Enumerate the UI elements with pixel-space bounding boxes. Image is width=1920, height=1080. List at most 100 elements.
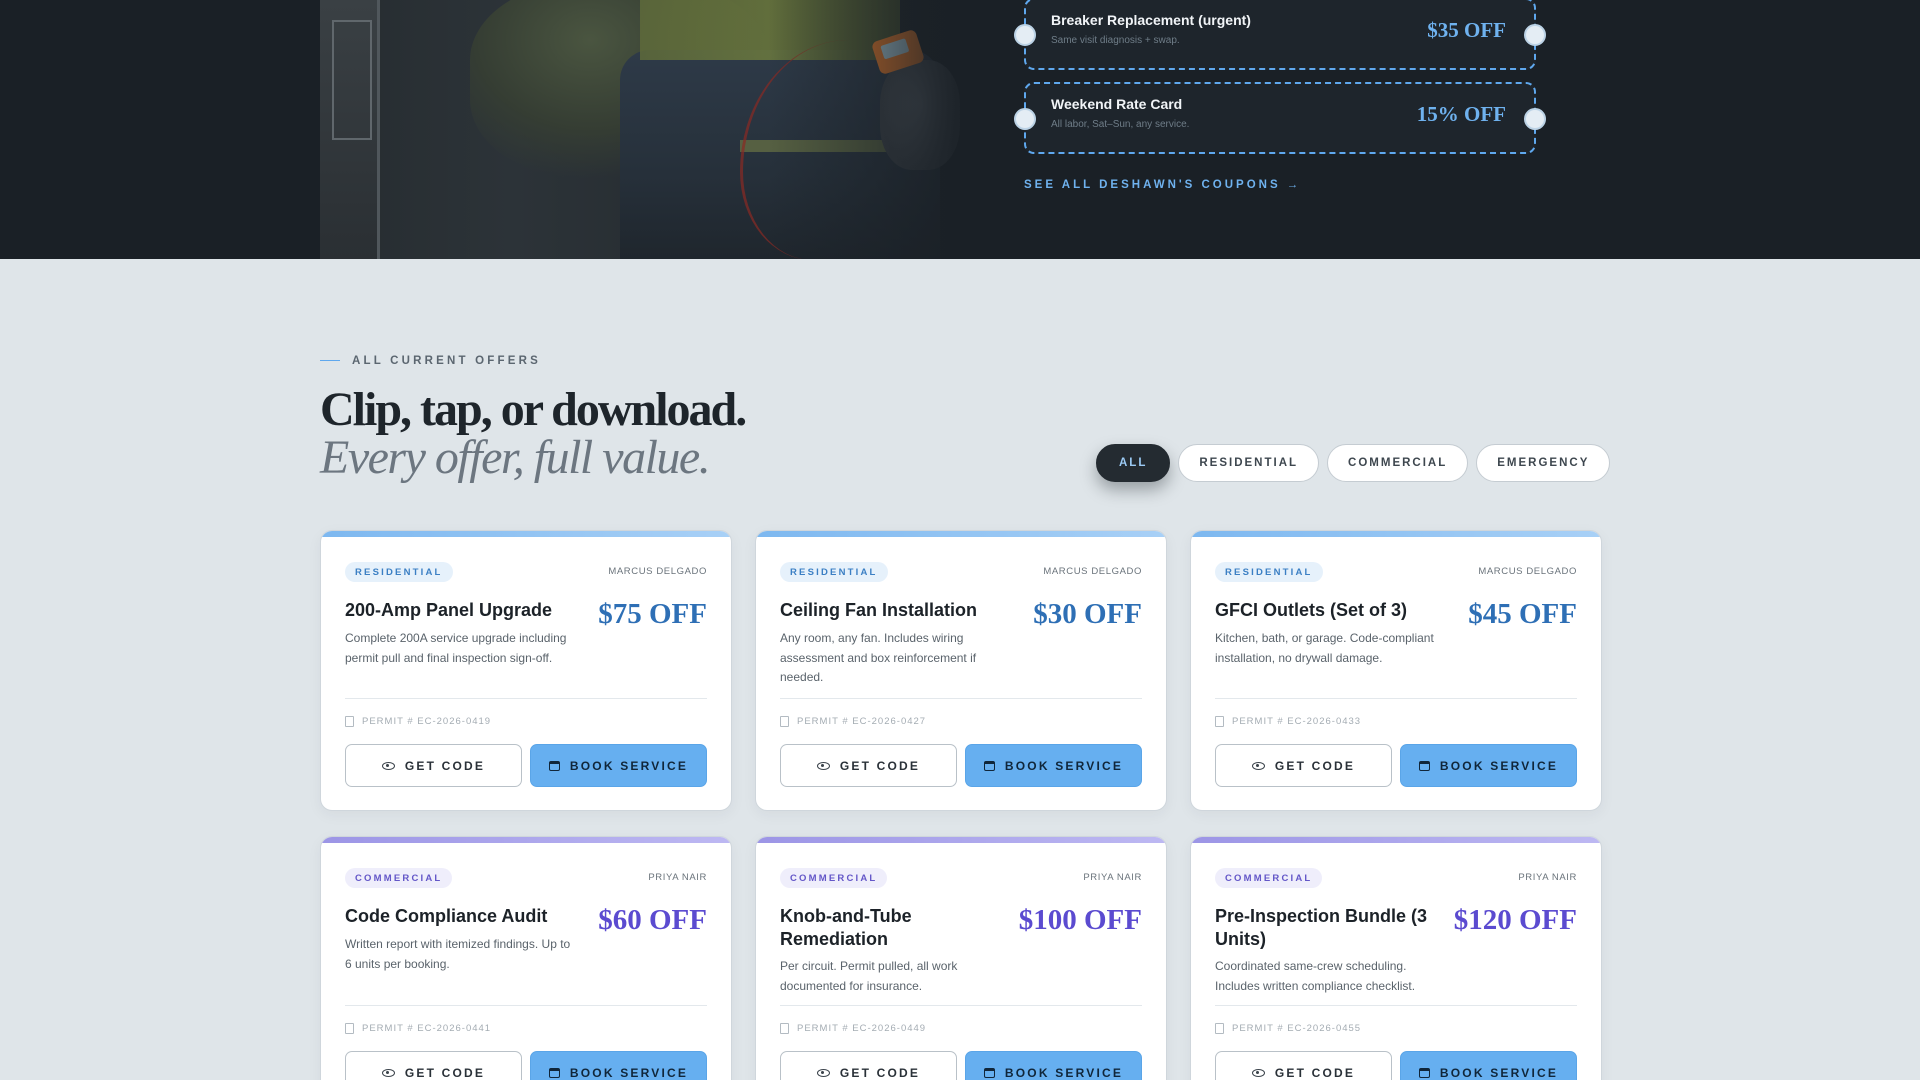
filter-emergency[interactable]: EMERGENCY [1476, 444, 1611, 482]
category-tag: RESIDENTIAL [345, 562, 453, 582]
section-heading: Clip, tap, or download. [320, 383, 747, 436]
calendar-icon [983, 760, 995, 771]
get-code-label: GET CODE [404, 758, 486, 773]
technician-name: PRIYA NAIR [1518, 872, 1577, 883]
permit-number: PERMIT # EC-2026-0441 [345, 1023, 491, 1034]
offer-amount: $60 OFF [598, 904, 707, 936]
offer-description: Written report with itemized findings. U… [345, 937, 571, 971]
card-actions: GET CODE BOOK SERVICE [780, 1051, 1142, 1080]
eye-icon [816, 761, 830, 770]
filter-all[interactable]: ALL [1096, 444, 1171, 482]
offer-card: COMMERCIAL PRIYA NAIR Pre-Inspection Bun… [1190, 836, 1602, 1080]
coupon-notch [1014, 108, 1036, 130]
technician-name: MARCUS DELGADO [1043, 566, 1142, 577]
get-code-button[interactable]: GET CODE [345, 744, 522, 787]
card-divider [1215, 698, 1577, 699]
book-service-label: BOOK SERVICE [1004, 1065, 1124, 1080]
get-code-button[interactable]: GET CODE [1215, 1051, 1392, 1080]
offer-description: Kitchen, bath, or garage. Code-compliant… [1215, 631, 1434, 665]
section-subheading: Every offer, full value. [320, 431, 711, 484]
coupon-title: Breaker Replacement (urgent) [1051, 12, 1251, 28]
permit-number: PERMIT # EC-2026-0455 [1215, 1023, 1361, 1034]
book-service-button[interactable]: BOOK SERVICE [1400, 1051, 1577, 1080]
get-code-label: GET CODE [1274, 758, 1356, 773]
see-all-coupons-link[interactable]: SEE ALL DESHAWN'S COUPONS → [1024, 179, 1298, 191]
coupon-title: Weekend Rate Card [1051, 96, 1183, 112]
offer-card: RESIDENTIAL MARCUS DELGADO Ceiling Fan I… [755, 530, 1167, 811]
coupon-subtitle: Same visit diagnosis + swap. [1051, 35, 1180, 46]
eye-icon [816, 1068, 830, 1077]
card-actions: GET CODE BOOK SERVICE [1215, 744, 1577, 787]
offer-description: Coordinated same-crew scheduling. Includ… [1215, 959, 1416, 993]
get-code-button[interactable]: GET CODE [780, 744, 957, 787]
filter-commercial[interactable]: COMMERCIAL [1327, 444, 1469, 482]
permit-label: PERMIT # EC-2026-0441 [362, 1023, 492, 1034]
section-eyebrow: ALL CURRENT OFFERS [320, 355, 541, 367]
offer-card: RESIDENTIAL MARCUS DELGADO 200-Amp Panel… [320, 530, 732, 811]
get-code-button[interactable]: GET CODE [780, 1051, 957, 1080]
card-actions: GET CODE BOOK SERVICE [345, 744, 707, 787]
permit-label: PERMIT # EC-2026-0419 [362, 716, 492, 727]
get-code-label: GET CODE [404, 1065, 486, 1080]
document-icon [345, 1023, 354, 1034]
book-service-button[interactable]: BOOK SERVICE [530, 1051, 707, 1080]
document-icon [780, 716, 789, 727]
eye-icon [381, 1068, 395, 1077]
calendar-icon [548, 1067, 560, 1078]
see-all-label: SEE ALL DESHAWN'S COUPONS [1024, 179, 1281, 191]
permit-label: PERMIT # EC-2026-0449 [797, 1023, 927, 1034]
book-service-button[interactable]: BOOK SERVICE [1400, 744, 1577, 787]
coupon-notch [1014, 24, 1036, 46]
offer-description: Per circuit. Permit pulled, all work doc… [780, 959, 958, 993]
offer-card: RESIDENTIAL MARCUS DELGADO GFCI Outlets … [1190, 530, 1602, 811]
offer-card: COMMERCIAL PRIYA NAIR Code Compliance Au… [320, 836, 732, 1080]
card-accent-bar [756, 531, 1166, 537]
document-icon [780, 1023, 789, 1034]
filter-residential[interactable]: RESIDENTIAL [1178, 444, 1320, 482]
book-service-button[interactable]: BOOK SERVICE [965, 744, 1142, 787]
card-accent-bar [1191, 531, 1601, 537]
calendar-icon [983, 1067, 995, 1078]
hero-section: Breaker Replacement (urgent) Same visit … [0, 0, 1920, 259]
get-code-label: GET CODE [839, 758, 921, 773]
card-divider [780, 698, 1142, 699]
get-code-button[interactable]: GET CODE [1215, 744, 1392, 787]
permit-label: PERMIT # EC-2026-0433 [1232, 716, 1362, 727]
get-code-label: GET CODE [1274, 1065, 1356, 1080]
technician-name: MARCUS DELGADO [608, 566, 707, 577]
calendar-icon [1418, 760, 1430, 771]
card-divider [345, 1005, 707, 1006]
category-tag: COMMERCIAL [345, 868, 453, 888]
coupon-amount: $35 OFF [1427, 18, 1506, 42]
coupon-notch [1524, 24, 1546, 46]
offer-title: Code Compliance Audit [345, 906, 548, 926]
document-icon [1215, 1023, 1224, 1034]
hero-coupon[interactable]: Weekend Rate Card All labor, Sat–Sun, an… [1014, 82, 1546, 154]
offer-amount: $75 OFF [598, 598, 707, 630]
category-tag: COMMERCIAL [780, 868, 888, 888]
technician-name: PRIYA NAIR [1083, 872, 1142, 883]
offer-description: Any room, any fan. Includes wiring asses… [780, 631, 977, 684]
card-divider [780, 1005, 1142, 1006]
get-code-button[interactable]: GET CODE [345, 1051, 522, 1080]
eye-icon [381, 761, 395, 770]
offer-amount: $100 OFF [1018, 904, 1142, 936]
document-icon [1215, 716, 1224, 727]
offer-title: Ceiling Fan Installation [780, 600, 978, 620]
hero-coupon[interactable]: Breaker Replacement (urgent) Same visit … [1014, 0, 1546, 70]
card-divider [1215, 1005, 1577, 1006]
offer-title: 200-Amp Panel Upgrade [345, 600, 553, 620]
coupon-subtitle: All labor, Sat–Sun, any service. [1051, 119, 1190, 130]
book-service-button[interactable]: BOOK SERVICE [530, 744, 707, 787]
electrician-photo [320, 0, 960, 259]
permit-label: PERMIT # EC-2026-0455 [1232, 1023, 1362, 1034]
calendar-icon [548, 760, 560, 771]
offer-description: Complete 200A service upgrade including … [345, 631, 567, 665]
card-divider [345, 698, 707, 699]
book-service-button[interactable]: BOOK SERVICE [965, 1051, 1142, 1080]
filter-tabs: ALL RESIDENTIAL COMMERCIAL EMERGENCY [1096, 444, 1611, 482]
offer-amount: $30 OFF [1033, 598, 1142, 630]
offer-amount: $45 OFF [1468, 598, 1577, 630]
technician-name: PRIYA NAIR [648, 872, 707, 883]
card-accent-bar [756, 837, 1166, 843]
